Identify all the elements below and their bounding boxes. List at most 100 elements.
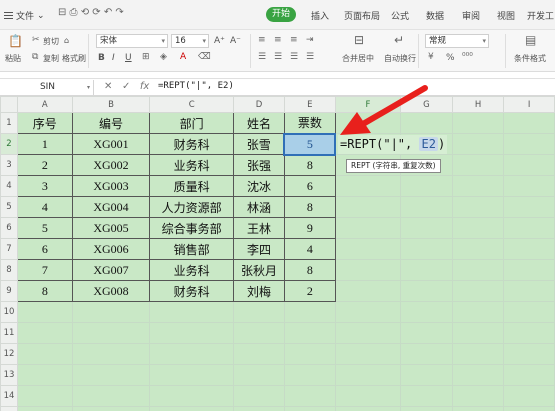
cell[interactable] [233, 406, 285, 411]
cell[interactable] [16, 322, 73, 344]
cell[interactable] [451, 364, 505, 386]
wrap-text-button[interactable]: 自动换行 [384, 53, 416, 64]
cell[interactable] [451, 112, 505, 134]
cell[interactable] [503, 280, 555, 302]
cell[interactable] [334, 280, 402, 302]
data-cell[interactable]: 刘梅 [233, 280, 285, 302]
row-header[interactable]: 1 [0, 112, 18, 134]
cell[interactable] [334, 238, 402, 260]
cut-button[interactable]: 剪切 [43, 36, 59, 47]
cell[interactable] [400, 301, 453, 323]
data-cell[interactable]: 沈冰 [233, 175, 285, 197]
name-box[interactable]: SIN ▾ [2, 80, 94, 95]
cell[interactable] [16, 364, 73, 386]
data-cell[interactable]: 1 [16, 133, 73, 155]
cell[interactable] [71, 301, 151, 323]
cell[interactable] [71, 343, 151, 365]
data-cell[interactable]: 销售部 [149, 238, 235, 260]
fill-color-icon[interactable]: ◈ [160, 52, 167, 62]
tab-review[interactable]: 审阅 [462, 9, 480, 22]
data-cell[interactable]: XG001 [71, 133, 151, 155]
tab-start[interactable]: 开始 [266, 7, 296, 22]
column-header[interactable]: E [283, 96, 336, 113]
data-cell[interactable]: 4 [16, 196, 73, 218]
data-cell[interactable]: 8 [16, 280, 73, 302]
row-header-active[interactable]: 2 [0, 133, 18, 155]
number-format-select[interactable]: 常规 ▾ [425, 34, 489, 48]
column-header[interactable]: I [503, 96, 555, 113]
cell[interactable] [334, 301, 402, 323]
merge-center-icon[interactable]: ⊟ [354, 34, 364, 46]
cell[interactable] [400, 196, 453, 218]
font-name-select[interactable]: 宋体 ▾ [96, 34, 168, 48]
cell[interactable] [334, 406, 402, 411]
justify-icon[interactable]: ☰ [306, 52, 314, 62]
cell[interactable] [451, 196, 505, 218]
data-cell[interactable]: 王林 [233, 217, 285, 239]
cell[interactable] [334, 364, 402, 386]
cancel-icon[interactable]: ✕ [104, 81, 112, 92]
cell[interactable] [400, 385, 453, 407]
data-cell[interactable]: XG006 [71, 238, 151, 260]
cell[interactable] [334, 343, 402, 365]
cell[interactable] [149, 301, 235, 323]
cell[interactable] [400, 259, 453, 281]
align-left-icon[interactable]: ☰ [258, 52, 266, 62]
data-cell[interactable]: 6 [16, 238, 73, 260]
formula-input[interactable]: =REPT("|", E2) [158, 81, 234, 91]
data-cell[interactable]: 8 [283, 154, 336, 176]
cell[interactable] [400, 217, 453, 239]
data-cell[interactable]: 林涵 [233, 196, 285, 218]
cell[interactable] [283, 301, 336, 323]
shrink-font-button[interactable]: A⁻ [230, 36, 241, 46]
underline-button[interactable]: U [125, 53, 132, 63]
cell[interactable] [16, 301, 73, 323]
bold-button[interactable]: B [98, 53, 105, 63]
fx-button[interactable]: fx [140, 81, 149, 92]
cell[interactable] [233, 301, 285, 323]
cell[interactable] [16, 406, 73, 411]
cell[interactable] [503, 259, 555, 281]
data-cell[interactable]: 业务科 [149, 259, 235, 281]
column-header[interactable]: C [149, 96, 235, 113]
data-cell[interactable]: 李四 [233, 238, 285, 260]
cell[interactable] [503, 343, 555, 365]
italic-button[interactable]: I [112, 53, 115, 63]
data-cell[interactable]: XG008 [71, 280, 151, 302]
cell[interactable] [334, 217, 402, 239]
column-header[interactable]: D [233, 96, 285, 113]
cell[interactable] [400, 406, 453, 411]
tab-developer[interactable]: 开发工 [527, 9, 554, 22]
cell[interactable] [283, 385, 336, 407]
data-cell[interactable]: 2 [16, 154, 73, 176]
cell[interactable] [16, 343, 73, 365]
cell[interactable] [503, 112, 555, 134]
cell[interactable] [283, 364, 336, 386]
tab-formulas[interactable]: 公式 [391, 9, 409, 22]
cell[interactable] [149, 343, 235, 365]
data-cell[interactable]: 财务科 [149, 280, 235, 302]
align-top-icon[interactable]: ≡ [258, 35, 266, 45]
data-cell[interactable]: 6 [283, 175, 336, 197]
data-cell[interactable]: XG005 [71, 217, 151, 239]
data-cell[interactable]: 张秋月 [233, 259, 285, 281]
data-cell[interactable]: 5 [16, 217, 73, 239]
data-cell[interactable]: 张雪 [233, 133, 285, 155]
cell[interactable] [149, 322, 235, 344]
row-header[interactable]: 15 [0, 406, 18, 411]
cell[interactable] [400, 343, 453, 365]
quick-access-toolbar[interactable]: ⊟ ⎙ ⟲ ⟳ ↶ ↷ [58, 7, 124, 18]
header-cell[interactable]: 编号 [71, 112, 151, 134]
cell[interactable] [283, 343, 336, 365]
grow-font-button[interactable]: A⁺ [214, 36, 225, 46]
data-cell[interactable]: 3 [16, 175, 73, 197]
cell[interactable] [334, 196, 402, 218]
data-cell[interactable]: 8 [283, 259, 336, 281]
row-header[interactable]: 12 [0, 343, 18, 365]
column-header[interactable]: B [71, 96, 151, 113]
cell[interactable] [233, 385, 285, 407]
cell[interactable] [334, 259, 402, 281]
column-header[interactable]: G [400, 96, 453, 113]
cell[interactable] [451, 343, 505, 365]
cell[interactable] [233, 364, 285, 386]
